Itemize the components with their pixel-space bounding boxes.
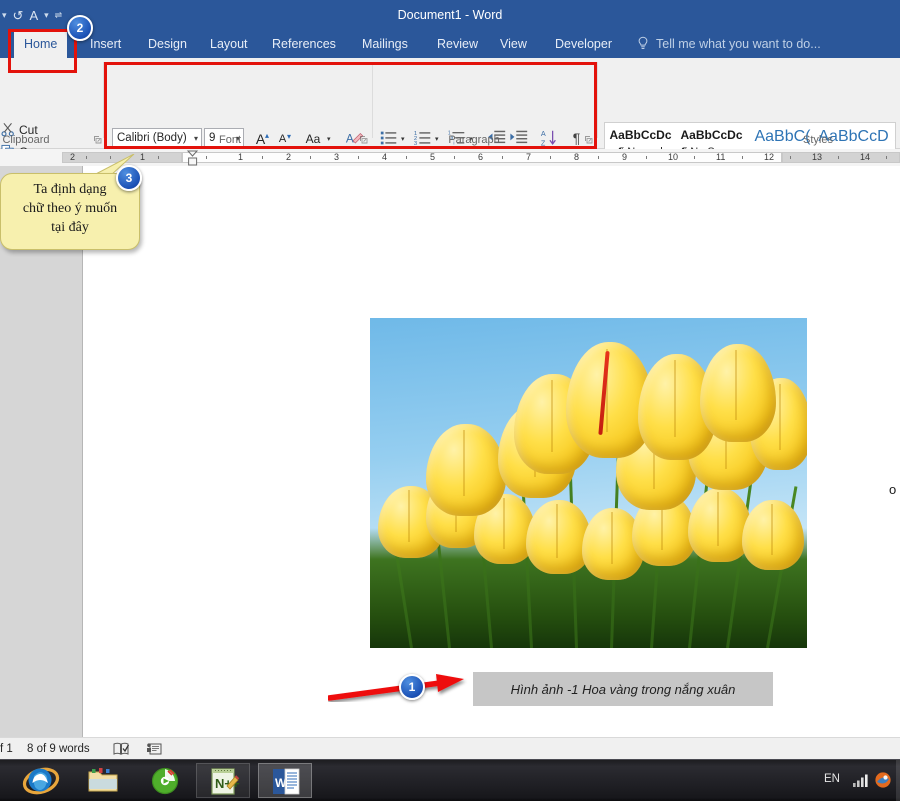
ruler-number: 5 xyxy=(430,152,436,162)
status-bar: f 1 8 of 9 words xyxy=(0,737,900,760)
ruler-number: 4 xyxy=(382,152,388,162)
show-desktop-button[interactable] xyxy=(896,760,900,801)
ruler-number: 8 xyxy=(574,152,580,162)
tab-layout[interactable]: Layout xyxy=(200,30,258,58)
word-count[interactable]: 8 of 9 words xyxy=(27,741,90,757)
style-preview: AaBbCcDc xyxy=(680,128,743,142)
page-indicator[interactable]: f 1 xyxy=(0,741,13,757)
internet-explorer-icon[interactable] xyxy=(14,763,68,798)
tab-references[interactable]: References xyxy=(262,30,346,58)
tray-app-icon[interactable] xyxy=(874,771,892,789)
clipboard-dialog-launcher[interactable] xyxy=(93,135,102,144)
ruler-number: 10 xyxy=(668,152,679,162)
ruler-number: 13 xyxy=(812,152,823,162)
tab-developer[interactable]: Developer xyxy=(545,30,622,58)
tab-review[interactable]: Review xyxy=(427,30,488,58)
tab-view[interactable]: View xyxy=(490,30,537,58)
ruler-number: 3 xyxy=(334,152,340,162)
ruler-number: 14 xyxy=(860,152,871,162)
badge-3: 3 xyxy=(116,165,142,191)
badge-1: 1 xyxy=(399,674,425,700)
taskbar: N++ W EN xyxy=(0,759,900,801)
document-page[interactable]: o Hình ảnh -1 Hoa vàng trong nắng xuân xyxy=(82,166,900,737)
ruler-number: 1 xyxy=(140,152,146,162)
tell-me-search[interactable]: Tell me what you want to do... xyxy=(656,30,821,58)
media-player-icon[interactable] xyxy=(138,763,192,798)
document-title: Document1 - Word xyxy=(397,8,503,22)
network-signal-icon[interactable] xyxy=(852,772,870,788)
callout-text: Ta định dạng chữ theo ý muốn tại đây xyxy=(1,180,139,237)
proofing-errors-icon[interactable] xyxy=(113,741,130,757)
ruler-number: 9 xyxy=(622,152,628,162)
title-bar: ▾ ↺ A ▾ ⇌ Document1 - Word xyxy=(0,0,900,30)
home-tab-highlight-box xyxy=(8,29,77,73)
caption-text: Hình ảnh -1 Hoa vàng trong nắng xuân xyxy=(510,681,736,697)
lightbulb-icon xyxy=(638,36,648,49)
indent-marker-icon[interactable] xyxy=(186,150,199,166)
style-preview: A xyxy=(889,128,895,146)
document-workspace: o Hình ảnh -1 Hoa vàng trong nắng xuân xyxy=(0,166,900,737)
font-paragraph-highlight-box xyxy=(104,62,597,149)
notepad-plus-plus-icon[interactable]: N++ xyxy=(196,763,250,798)
file-explorer-icon[interactable] xyxy=(76,763,130,798)
ruler-number: 7 xyxy=(526,152,532,162)
ruler-number: 11 xyxy=(716,152,726,162)
style-preview: AaBbCcDc xyxy=(609,128,672,142)
ruler-number: 2 xyxy=(70,152,76,162)
tab-design[interactable]: Design xyxy=(138,30,197,58)
group-label-styles: Styles xyxy=(803,134,833,146)
tab-mailings[interactable]: Mailings xyxy=(352,30,418,58)
red-arrow-annotation xyxy=(328,674,464,701)
ribbon-tabs: Home Insert Design Layout References Mai… xyxy=(0,30,900,58)
callout-line-1: Ta định dạng xyxy=(33,182,107,197)
accessibility-checker-icon[interactable] xyxy=(146,741,163,757)
badge-2: 2 xyxy=(67,15,93,41)
tulips-photo[interactable] xyxy=(370,318,807,648)
callout-line-3: tại đây xyxy=(51,220,89,235)
document-end-mark: o xyxy=(889,482,897,497)
ruler-number: 12 xyxy=(764,152,775,162)
callout-line-2: chữ theo ý muốn xyxy=(22,201,118,216)
word-icon[interactable]: W xyxy=(258,763,312,798)
image-caption[interactable]: Hình ảnh -1 Hoa vàng trong nắng xuân xyxy=(473,672,773,706)
language-indicator[interactable]: EN xyxy=(824,773,840,785)
group-label-clipboard: Clipboard xyxy=(2,134,50,146)
ruler-number: 2 xyxy=(286,152,292,162)
ruler-number: 6 xyxy=(478,152,484,162)
ruler-number: 1 xyxy=(238,152,244,162)
